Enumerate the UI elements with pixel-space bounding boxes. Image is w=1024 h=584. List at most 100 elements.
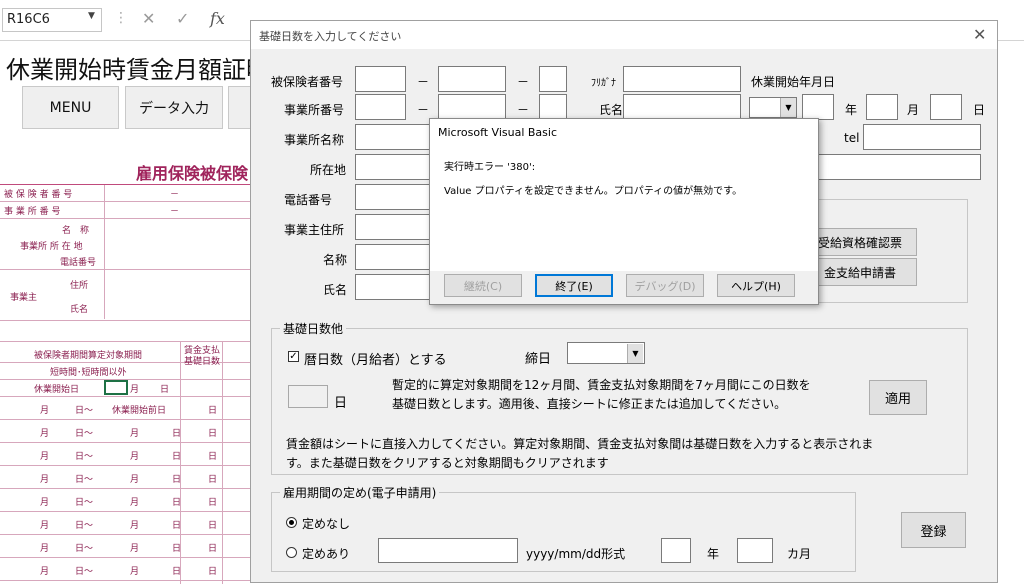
grid-day: 日 xyxy=(208,452,218,462)
name-box[interactable]: R16C6 xyxy=(2,8,102,32)
cancel-icon[interactable]: ✕ xyxy=(142,9,155,28)
grid-label-office-address: 事業所 所 在 地 xyxy=(20,242,83,252)
name-box-dropdown-icon[interactable]: ▼ xyxy=(88,11,95,21)
grid-month: 月 xyxy=(40,406,50,416)
grid-vline xyxy=(104,185,105,319)
chevron-down-icon[interactable]: ▼ xyxy=(627,344,643,363)
grid-month: 月 xyxy=(130,429,140,439)
insert-function-icon[interactable]: fx xyxy=(210,9,225,28)
office-name-input[interactable] xyxy=(355,124,435,150)
tel-input[interactable] xyxy=(863,124,981,150)
more-icon: ⋮ xyxy=(114,10,128,26)
label-office-no: 事業所番号 xyxy=(284,103,345,117)
note-line-2: 基礎日数とします。適用後、直接シートに修正または追加してください。 xyxy=(392,397,787,411)
label-month: 月 xyxy=(907,103,920,117)
date-format-label: yyyy/mm/dd形式 xyxy=(526,547,626,561)
grid-label-employer-name: 氏名 xyxy=(70,305,89,315)
label-leave-start: 休業開始年月日 xyxy=(751,75,836,89)
employment-period-caption: 雇用期間の定め(電子申請用) xyxy=(280,484,440,501)
label-day: 日 xyxy=(973,103,986,117)
grid-day-from: 日～ xyxy=(75,498,94,508)
leave-year-input[interactable] xyxy=(802,94,834,120)
employer-name-input[interactable] xyxy=(355,274,435,300)
radio-no-term[interactable] xyxy=(286,517,297,528)
leave-day-input[interactable] xyxy=(930,94,962,120)
sheet-title: 休業開始時賃金月額証明 xyxy=(6,56,270,84)
grid-day: 日 xyxy=(208,567,218,577)
grid-day: 日 xyxy=(208,521,218,531)
leave-month-input[interactable] xyxy=(866,94,898,120)
address-input[interactable] xyxy=(355,154,435,180)
data-entry-button[interactable]: データ入力 xyxy=(125,86,223,129)
grid-label-office-phone: 電話番号 xyxy=(60,258,97,268)
active-cell[interactable] xyxy=(104,380,128,395)
label-furigana: ﾌﾘｶﾞﾅ xyxy=(591,78,616,89)
grid-label-employer-address: 住所 xyxy=(70,281,89,291)
grid-month: 月 xyxy=(40,475,50,485)
dash: － xyxy=(417,75,430,89)
closing-day-label: 締日 xyxy=(525,352,552,367)
grid-before-leave: 休業開始前日 xyxy=(112,406,167,416)
grid-day: 日 xyxy=(160,385,170,395)
office-no-3-input[interactable] xyxy=(539,94,567,120)
apply-button[interactable]: 適用 xyxy=(869,380,927,415)
dialog-body: 実行時エラー '380': Value プロパティを設定できません。プロパティの… xyxy=(430,147,818,271)
grid-month: 月 xyxy=(130,567,140,577)
office-no-1-input[interactable] xyxy=(355,94,406,120)
grid-day-from: 日～ xyxy=(75,429,94,439)
term-months-input[interactable] xyxy=(737,538,773,563)
grid-day: 日 xyxy=(208,498,218,508)
menu-button[interactable]: MENU xyxy=(22,86,119,129)
userform-title: 基礎日数を入力してください xyxy=(259,30,402,43)
grid-day: 日 xyxy=(208,475,218,485)
help-button[interactable]: ヘルプ(H) xyxy=(717,274,795,297)
register-button[interactable]: 登録 xyxy=(901,512,966,548)
grid-dash: － xyxy=(170,190,180,200)
insured-no-1-input[interactable] xyxy=(355,66,406,92)
dialog-titlebar[interactable]: Microsoft Visual Basic xyxy=(430,119,818,147)
base-days-input[interactable] xyxy=(288,385,328,408)
vba-error-dialog: Microsoft Visual Basic 実行時エラー '380': Val… xyxy=(429,118,819,305)
grid-label-employer: 事業主 xyxy=(10,293,38,303)
grid-month: 月 xyxy=(130,521,140,531)
insured-no-2-input[interactable] xyxy=(438,66,506,92)
grid-month: 月 xyxy=(40,498,50,508)
name-input[interactable] xyxy=(623,94,741,120)
grid-day: 日 xyxy=(208,429,218,439)
grid-label-office-no: 事 業 所 番 号 xyxy=(4,207,61,217)
close-icon[interactable]: ✕ xyxy=(973,25,986,44)
term-months-label: カ月 xyxy=(787,547,812,561)
chevron-down-icon[interactable]: ▼ xyxy=(780,98,796,117)
term-date-input[interactable] xyxy=(378,538,518,563)
note-line-3: 賃金額はシートに直接入力してください。算定対象期間、賃金支払対象間は基礎日数を入… xyxy=(286,437,874,451)
calendar-days-checkbox[interactable]: ✓ xyxy=(288,351,299,362)
label-office-name: 事業所名称 xyxy=(284,133,345,147)
office-no-2-input[interactable] xyxy=(438,94,506,120)
employer-title-input[interactable] xyxy=(355,244,435,270)
radio-no-term-label: 定めなし xyxy=(302,517,351,531)
debug-button[interactable]: デバッグ(D) xyxy=(626,274,704,297)
grid-day-from: 日～ xyxy=(75,475,94,485)
era-select[interactable]: ▼ xyxy=(749,97,797,118)
radio-has-term[interactable] xyxy=(286,547,297,558)
grid-month: 月 xyxy=(40,544,50,554)
insured-no-3-input[interactable] xyxy=(539,66,567,92)
enter-icon[interactable]: ✓ xyxy=(176,9,189,28)
furigana-input[interactable] xyxy=(623,66,741,92)
term-years-input[interactable] xyxy=(661,538,691,563)
end-button[interactable]: 終了(E) xyxy=(535,274,613,297)
grid-label-insured-no: 被 保 険 者 番 号 xyxy=(4,190,73,200)
grid-vline xyxy=(180,342,181,584)
closing-day-select[interactable]: ▼ xyxy=(567,342,645,364)
userform-titlebar[interactable]: 基礎日数を入力してください ✕ xyxy=(251,21,997,49)
address-ext-input[interactable] xyxy=(811,154,981,180)
sheet-form-grid: 被 保 険 者 番 号 － 事 業 所 番 号 － 名 称 事業所 所 在 地 電話… xyxy=(0,184,250,584)
grid-month: 月 xyxy=(40,567,50,577)
phone-input[interactable] xyxy=(355,184,435,210)
employment-period-frame: 雇用期間の定め(電子申請用) 定めなし 定めあり yyyy/mm/dd形式 年 … xyxy=(271,484,856,572)
continue-button[interactable]: 継続(C) xyxy=(444,274,522,297)
grid-label-name: 名 称 xyxy=(62,226,90,236)
grid-day-from: 日～ xyxy=(75,544,94,554)
base-days-frame-caption: 基礎日数他 xyxy=(280,320,347,337)
employer-address-input[interactable] xyxy=(355,214,435,240)
